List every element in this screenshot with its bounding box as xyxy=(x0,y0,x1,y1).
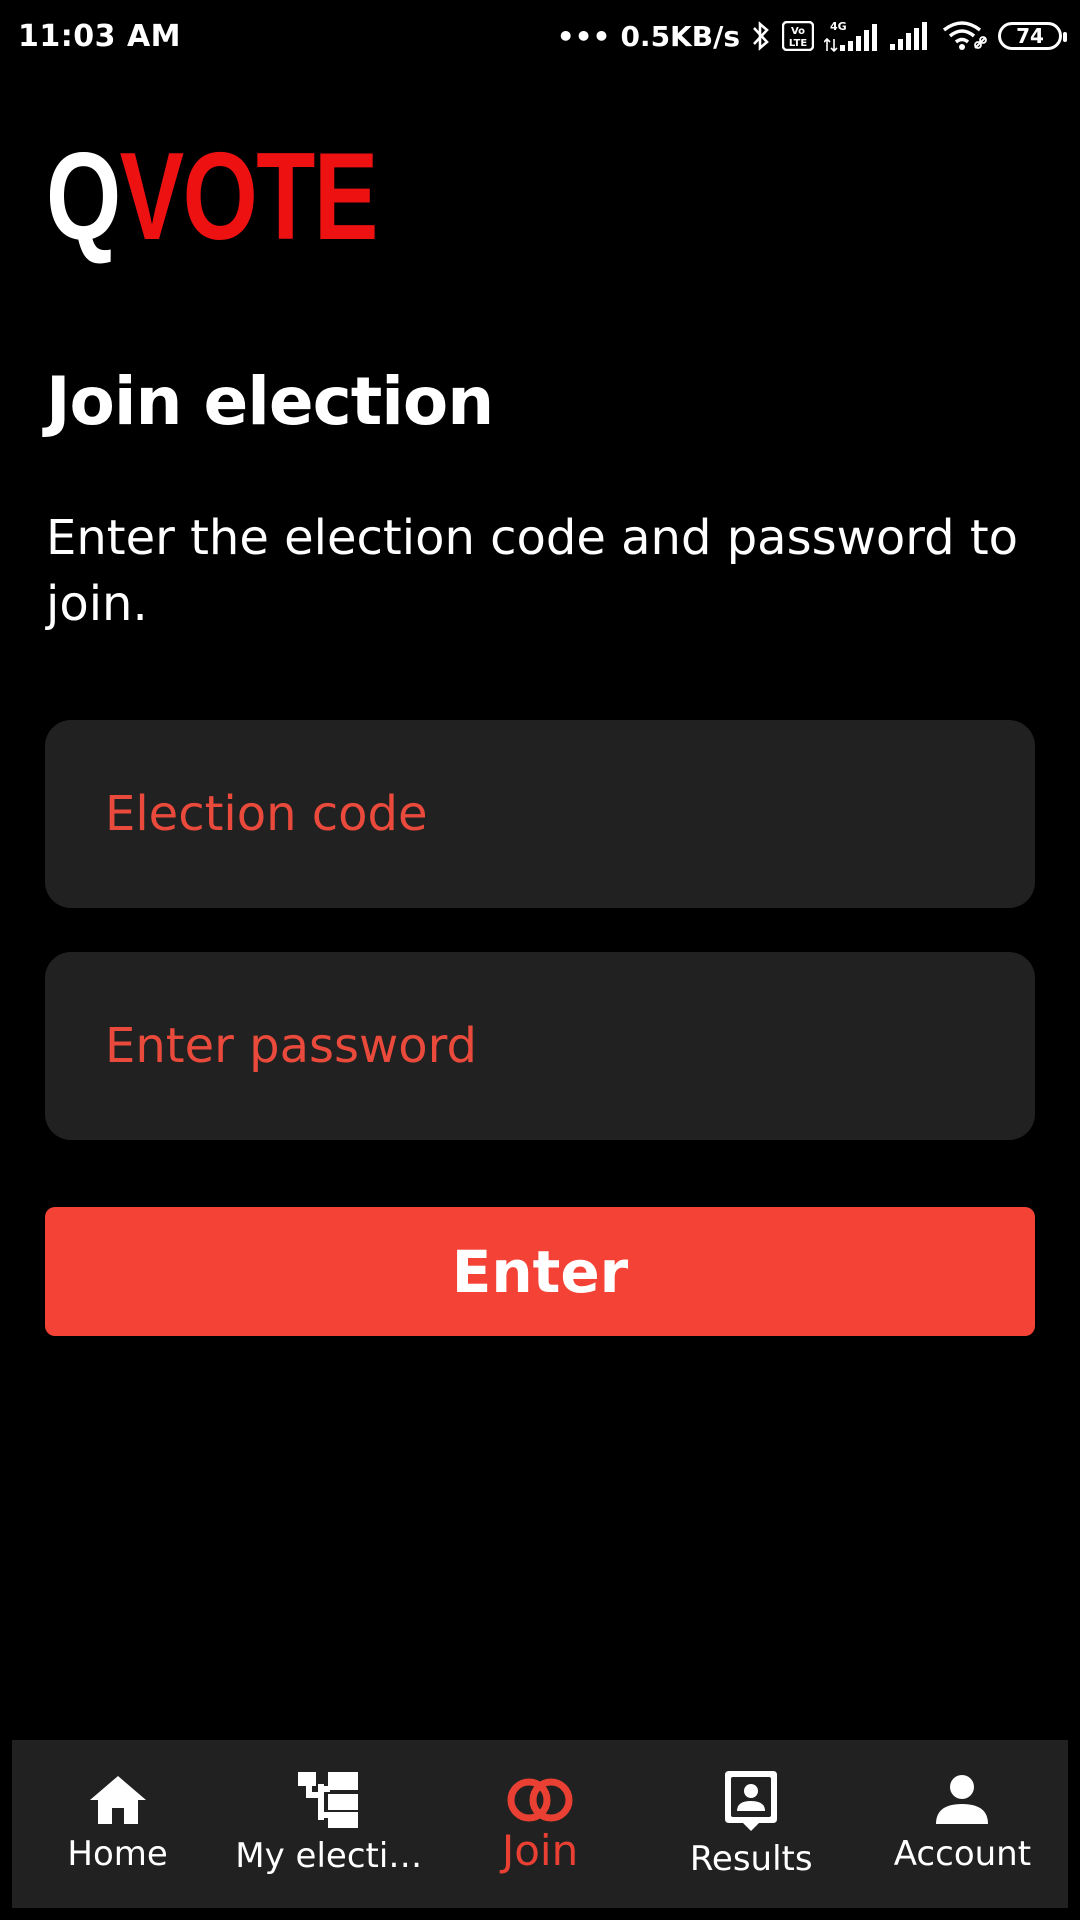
status-bar: 11:03 AM ••• 0.5KB/s Vo LTE 4G 74 xyxy=(0,0,1080,72)
status-time: 11:03 AM xyxy=(18,18,182,54)
nav-my-elections[interactable]: My electi… xyxy=(223,1740,434,1908)
logo-q: Q xyxy=(46,128,121,266)
network-speed: 0.5KB/s xyxy=(620,19,740,53)
svg-text:LTE: LTE xyxy=(789,38,808,49)
screen: 11:03 AM ••• 0.5KB/s VoLTE 4G 74 QVOTE xyxy=(0,0,1080,1920)
password-input[interactable] xyxy=(105,1018,1035,1074)
svg-text:4G: 4G xyxy=(830,20,847,33)
election-code-field[interactable] xyxy=(45,720,1035,908)
wifi-icon xyxy=(942,20,988,52)
app-logo: QVOTE xyxy=(46,135,378,259)
nav-join[interactable]: Join xyxy=(434,1740,645,1908)
bluetooth-icon xyxy=(750,20,772,52)
bottom-nav: Home My electi… Join Results Account xyxy=(12,1740,1068,1908)
election-code-input[interactable] xyxy=(105,786,1035,842)
nav-home-label: Home xyxy=(67,1834,168,1874)
nav-results-label: Results xyxy=(689,1839,813,1879)
enter-button[interactable]: Enter xyxy=(45,1207,1035,1336)
signal-icon xyxy=(890,20,932,52)
logo-vote: VOTE xyxy=(119,128,379,266)
account-icon xyxy=(934,1774,990,1826)
svg-text:Vo: Vo xyxy=(791,26,805,37)
nav-join-label: Join xyxy=(501,1826,579,1875)
elections-icon xyxy=(297,1772,360,1828)
page-subtitle: Enter the election code and password to … xyxy=(46,510,1019,632)
results-icon xyxy=(723,1769,779,1831)
more-dots-icon: ••• xyxy=(556,19,611,53)
nav-results[interactable]: Results xyxy=(646,1740,857,1908)
nav-account[interactable]: Account xyxy=(857,1740,1068,1908)
password-field[interactable] xyxy=(45,952,1035,1140)
home-icon xyxy=(88,1774,148,1826)
nav-my-elections-label: My electi… xyxy=(235,1836,423,1876)
battery-icon: 74 xyxy=(998,22,1067,50)
join-icon xyxy=(505,1777,575,1823)
nav-home[interactable]: Home xyxy=(12,1740,223,1908)
status-icons: ••• 0.5KB/s Vo LTE 4G 74 xyxy=(556,19,1067,53)
nav-account-label: Account xyxy=(893,1834,1032,1874)
volte-icon: Vo LTE xyxy=(782,21,814,51)
page-title: Join election xyxy=(46,363,494,440)
signal-4g-icon: 4G xyxy=(824,19,880,53)
